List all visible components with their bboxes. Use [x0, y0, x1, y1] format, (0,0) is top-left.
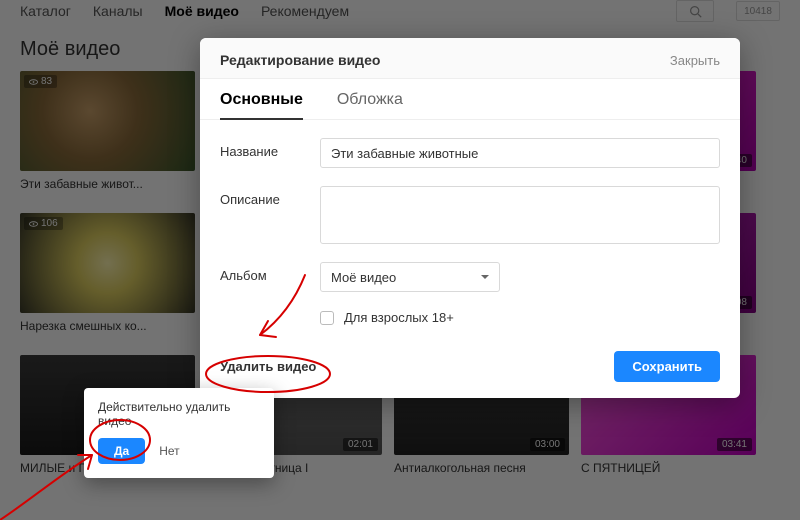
label-name: Название — [220, 138, 310, 159]
page-root: Каталог Каналы Моё видео Рекомендуем 104… — [0, 0, 800, 520]
adult-checkbox[interactable] — [320, 311, 334, 325]
tab-cover[interactable]: Обложка — [337, 91, 403, 119]
modal-tabs: Основные Обложка — [200, 79, 740, 120]
edit-video-modal: Редактирование видео Закрыть Основные Об… — [200, 38, 740, 398]
modal-form: Название Описание Альбом Моё видео Для в… — [200, 120, 740, 325]
confirm-actions: Да Нет — [98, 438, 260, 464]
modal-title: Редактирование видео — [220, 52, 380, 68]
modal-header: Редактирование видео Закрыть — [200, 38, 740, 79]
adult-label: Для взрослых 18+ — [344, 310, 454, 325]
save-button[interactable]: Сохранить — [614, 351, 720, 382]
name-input[interactable] — [320, 138, 720, 168]
album-value: Моё видео — [331, 270, 396, 285]
tab-main[interactable]: Основные — [220, 91, 303, 119]
desc-textarea[interactable] — [320, 186, 720, 244]
album-select[interactable]: Моё видео — [320, 262, 500, 292]
modal-footer: Удалить видео Сохранить — [200, 337, 740, 398]
confirm-yes-button[interactable]: Да — [98, 438, 145, 464]
confirm-no-button[interactable]: Нет — [159, 444, 179, 458]
confirm-text: Действительно удалить видео — [98, 400, 260, 428]
label-album: Альбом — [220, 262, 310, 283]
delete-confirm-popover: Действительно удалить видео Да Нет — [84, 388, 274, 478]
label-desc: Описание — [220, 186, 310, 207]
delete-video-link[interactable]: Удалить видео — [220, 359, 316, 374]
close-button[interactable]: Закрыть — [670, 53, 720, 68]
